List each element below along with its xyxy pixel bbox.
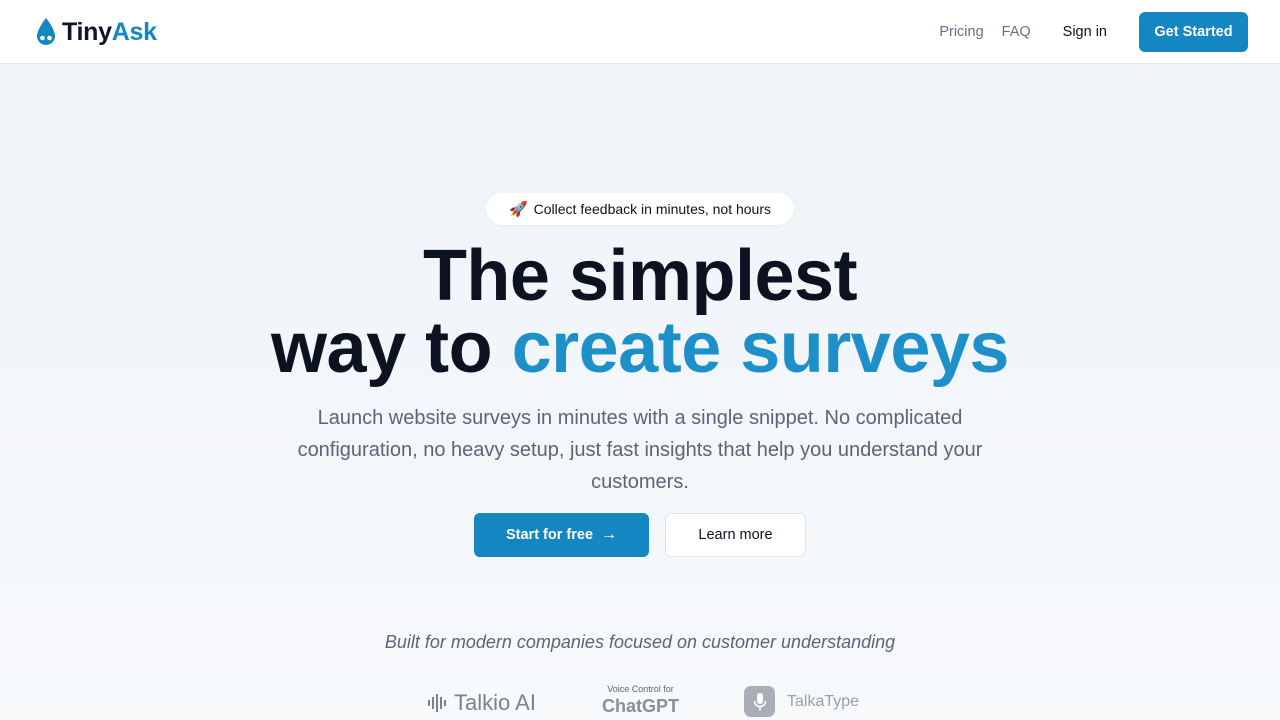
learn-more-button[interactable]: Learn more [665, 513, 806, 557]
sound-wave-icon [428, 694, 446, 712]
rocket-icon: 🚀 [508, 200, 528, 218]
talkio-logo: Talkio AI [428, 690, 536, 716]
hero-badge: 🚀 Collect feedback in minutes, not hours [486, 193, 794, 225]
microphone-icon [744, 686, 775, 717]
headline-line-1: The simplest [422, 236, 858, 316]
logo-text-ask: Ask [111, 17, 157, 46]
site-header: TinyAsk Pricing FAQ Sign in Get Started [0, 0, 1280, 64]
built-for-text: Built for modern companies focused on cu… [384, 632, 896, 652]
hero-badge-text: Collect feedback in minutes, not hours [533, 201, 772, 217]
talkio-logo-text: Talkio AI [454, 690, 536, 715]
customer-logos: Talkio AI Voice Control for ChatGPT Talk… [0, 684, 1280, 720]
nav-pricing-link[interactable]: Pricing [939, 24, 983, 40]
main-nav: Pricing FAQ Sign in Get Started [939, 12, 1248, 52]
sign-in-link[interactable]: Sign in [1063, 24, 1107, 40]
logo-text-tiny: Tiny [62, 17, 112, 46]
arrow-right-icon: → [601, 526, 618, 543]
get-started-button[interactable]: Get Started [1139, 12, 1248, 52]
hero-subtitle: Launch website surveys in minutes with a… [297, 407, 983, 493]
headline-line-2-prefix: way to [271, 308, 512, 388]
headline-line-2: way to create surveys [0, 312, 1280, 384]
talkatype-logo: TalkaType [744, 686, 859, 717]
hero-headline: The simplest way to create surveys [0, 240, 1280, 384]
chatgpt-logo-text: ChatGPT [602, 696, 680, 716]
nav-faq-link[interactable]: FAQ [1002, 24, 1031, 40]
talkatype-logo-text: TalkaType [787, 692, 860, 710]
drop-logo-icon [37, 18, 55, 45]
start-for-free-button[interactable]: Start for free → [474, 513, 649, 557]
hero-section: 🚀 Collect feedback in minutes, not hours… [0, 64, 1280, 720]
logo[interactable]: TinyAsk [34, 16, 157, 48]
chatgpt-logo-small-text: Voice Control for [607, 684, 674, 694]
headline-accent: create surveys [511, 308, 1010, 388]
start-for-free-label: Start for free [505, 527, 594, 543]
chatgpt-voice-logo: Voice Control for ChatGPT [602, 684, 679, 717]
